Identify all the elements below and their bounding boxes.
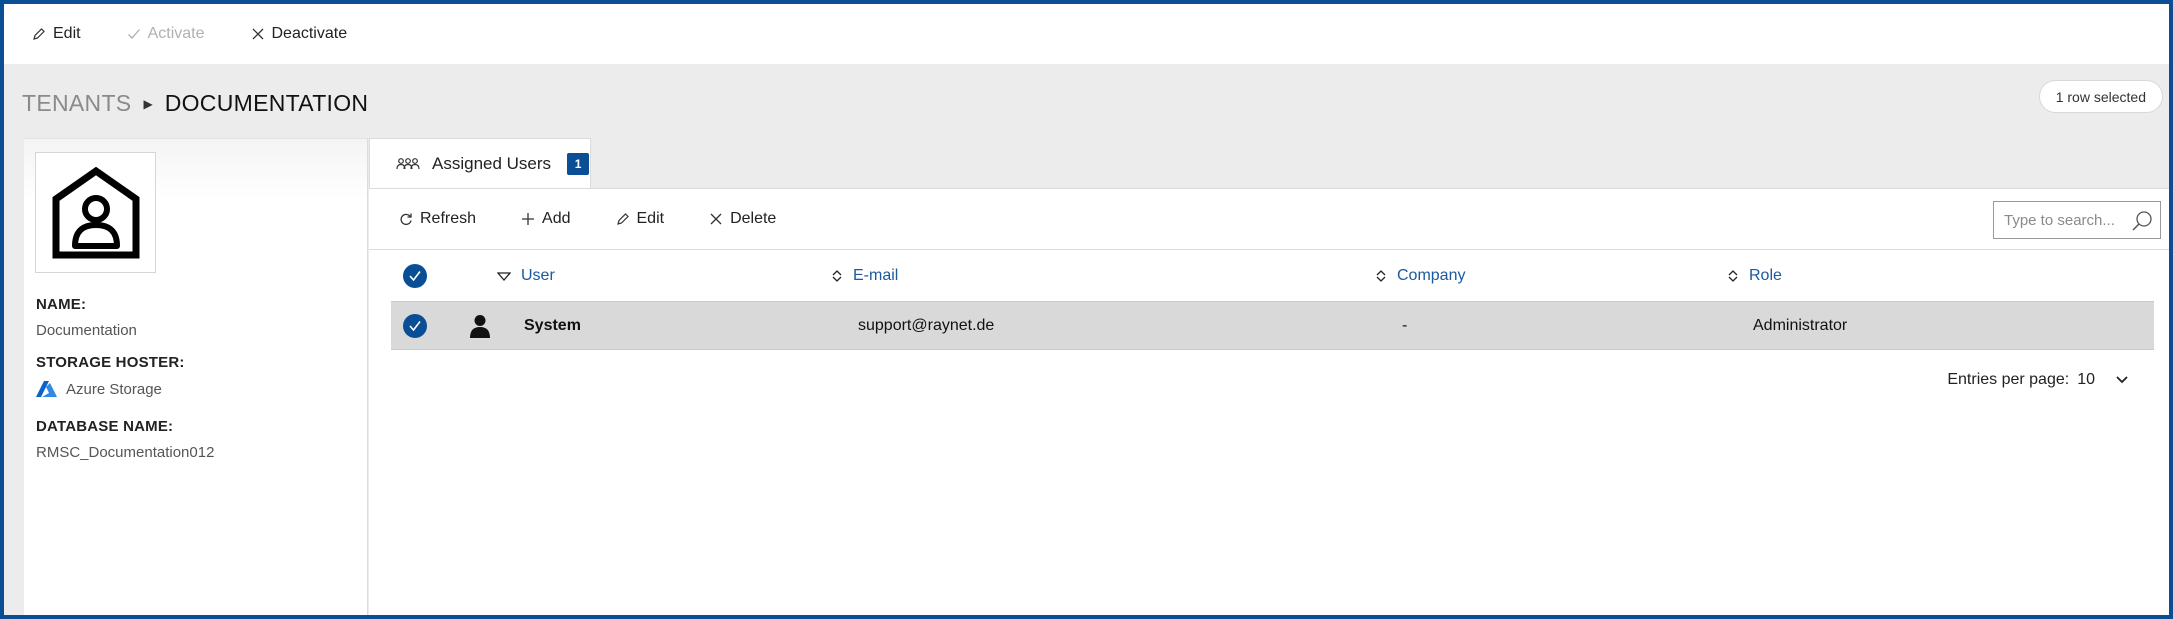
- checkmark-icon: [403, 264, 427, 288]
- activate-action-button[interactable]: Activate: [127, 25, 205, 43]
- activate-action-label: Activate: [147, 25, 205, 42]
- column-header-role-label: Role: [1749, 267, 1782, 284]
- cell-user: System: [524, 316, 581, 334]
- column-header-company[interactable]: Company: [1375, 267, 1465, 285]
- column-header-email-label: E-mail: [853, 267, 899, 284]
- breadcrumb-tenants-link[interactable]: TENANTS: [22, 90, 131, 117]
- user-icon: [470, 314, 490, 338]
- deactivate-action-label: Deactivate: [271, 25, 348, 42]
- tenant-details-panel: NAME: Documentation STORAGE HOSTER: Azur…: [24, 138, 368, 615]
- edit-action-button[interactable]: Edit: [32, 25, 81, 43]
- refresh-label: Refresh: [420, 210, 477, 227]
- search-icon[interactable]: [2131, 210, 2153, 232]
- cell-email: support@raynet.de: [858, 316, 995, 334]
- selection-count-badge: 1 row selected: [2038, 80, 2163, 113]
- sort-icon: [1728, 270, 1738, 282]
- tenant-name-property: NAME: Documentation: [36, 296, 137, 339]
- column-header-user-label: User: [521, 267, 555, 284]
- entries-per-page: Entries per page: 10: [1947, 371, 2129, 389]
- entries-per-page-label: Entries per page:: [1947, 371, 2070, 388]
- action-bar: Edit Activate Deactivate: [4, 4, 2169, 64]
- sort-icon: [1376, 270, 1386, 282]
- checkmark-icon: [127, 29, 140, 39]
- add-button[interactable]: Add: [521, 210, 571, 228]
- edit-button[interactable]: Edit: [616, 210, 665, 228]
- search-input[interactable]: [1994, 202, 2124, 238]
- edit-label: Edit: [636, 210, 665, 227]
- cell-role: Administrator: [1753, 316, 1848, 334]
- database-name-property: DATABASE NAME: RMSC_Documentation012: [36, 418, 214, 461]
- azure-icon: [36, 381, 57, 397]
- pencil-icon: [616, 213, 629, 225]
- search-box: [1993, 201, 2161, 239]
- breadcrumb-separator-icon: ▶: [143, 96, 153, 111]
- column-header-email[interactable]: E-mail: [831, 267, 898, 285]
- deactivate-action-button[interactable]: Deactivate: [251, 25, 348, 43]
- house-user-icon: [52, 166, 139, 258]
- column-header-company-label: Company: [1397, 267, 1466, 284]
- database-name-value: RMSC_Documentation012: [36, 444, 215, 461]
- refresh-button[interactable]: Refresh: [399, 210, 476, 228]
- tab-count-badge: 1: [567, 153, 590, 175]
- column-header-role[interactable]: Role: [1727, 267, 1782, 285]
- tenant-name-value: Documentation: [36, 322, 137, 339]
- app-window: Edit Activate Deactivate TENANTS ▶ DOCUM…: [0, 0, 2173, 619]
- storage-hoster-property: STORAGE HOSTER: Azure Storage: [36, 354, 185, 398]
- users-group-icon: [396, 158, 420, 170]
- page-title: DOCUMENTATION: [164, 90, 369, 116]
- add-label: Add: [542, 210, 571, 227]
- table-row[interactable]: System support@raynet.de - Administrator: [391, 301, 2154, 350]
- select-all-checkbox[interactable]: [403, 264, 427, 288]
- sort-icon: [832, 270, 842, 282]
- chevron-down-icon[interactable]: [2115, 375, 2129, 385]
- tenant-logo: [35, 152, 156, 273]
- assigned-users-content: Refresh Add Edit Delete Type to search..…: [369, 188, 2169, 615]
- close-icon: [710, 213, 722, 225]
- plus-icon: [522, 213, 535, 225]
- tab-assigned-users[interactable]: Assigned Users 1: [369, 138, 591, 189]
- delete-label: Delete: [730, 210, 777, 227]
- breadcrumb: TENANTS ▶ DOCUMENTATION: [22, 90, 368, 117]
- cell-company: -: [1402, 316, 1408, 334]
- table-header: User E-mail Company Role: [391, 251, 2154, 301]
- storage-hoster-label: STORAGE HOSTER:: [36, 354, 185, 371]
- entries-per-page-value[interactable]: 10: [2077, 371, 2095, 389]
- storage-hoster-value: Azure Storage: [66, 380, 162, 398]
- tenant-name-label: NAME:: [36, 296, 87, 313]
- user-avatar: [469, 314, 491, 338]
- edit-action-label: Edit: [53, 25, 81, 42]
- row-checkbox[interactable]: [403, 313, 427, 338]
- close-icon: [252, 28, 263, 40]
- checkmark-icon: [403, 313, 427, 338]
- delete-button[interactable]: Delete: [709, 210, 776, 228]
- tab-assigned-users-label: Assigned Users: [432, 154, 552, 173]
- pencil-icon: [33, 28, 45, 40]
- tab-strip: Assigned Users 1: [369, 138, 2169, 189]
- refresh-icon: [400, 213, 412, 226]
- column-header-user[interactable]: User: [497, 267, 555, 285]
- grid-toolbar: Refresh Add Edit Delete: [369, 189, 2169, 250]
- database-name-label: DATABASE NAME:: [36, 418, 174, 435]
- sort-descending-icon: [497, 271, 511, 281]
